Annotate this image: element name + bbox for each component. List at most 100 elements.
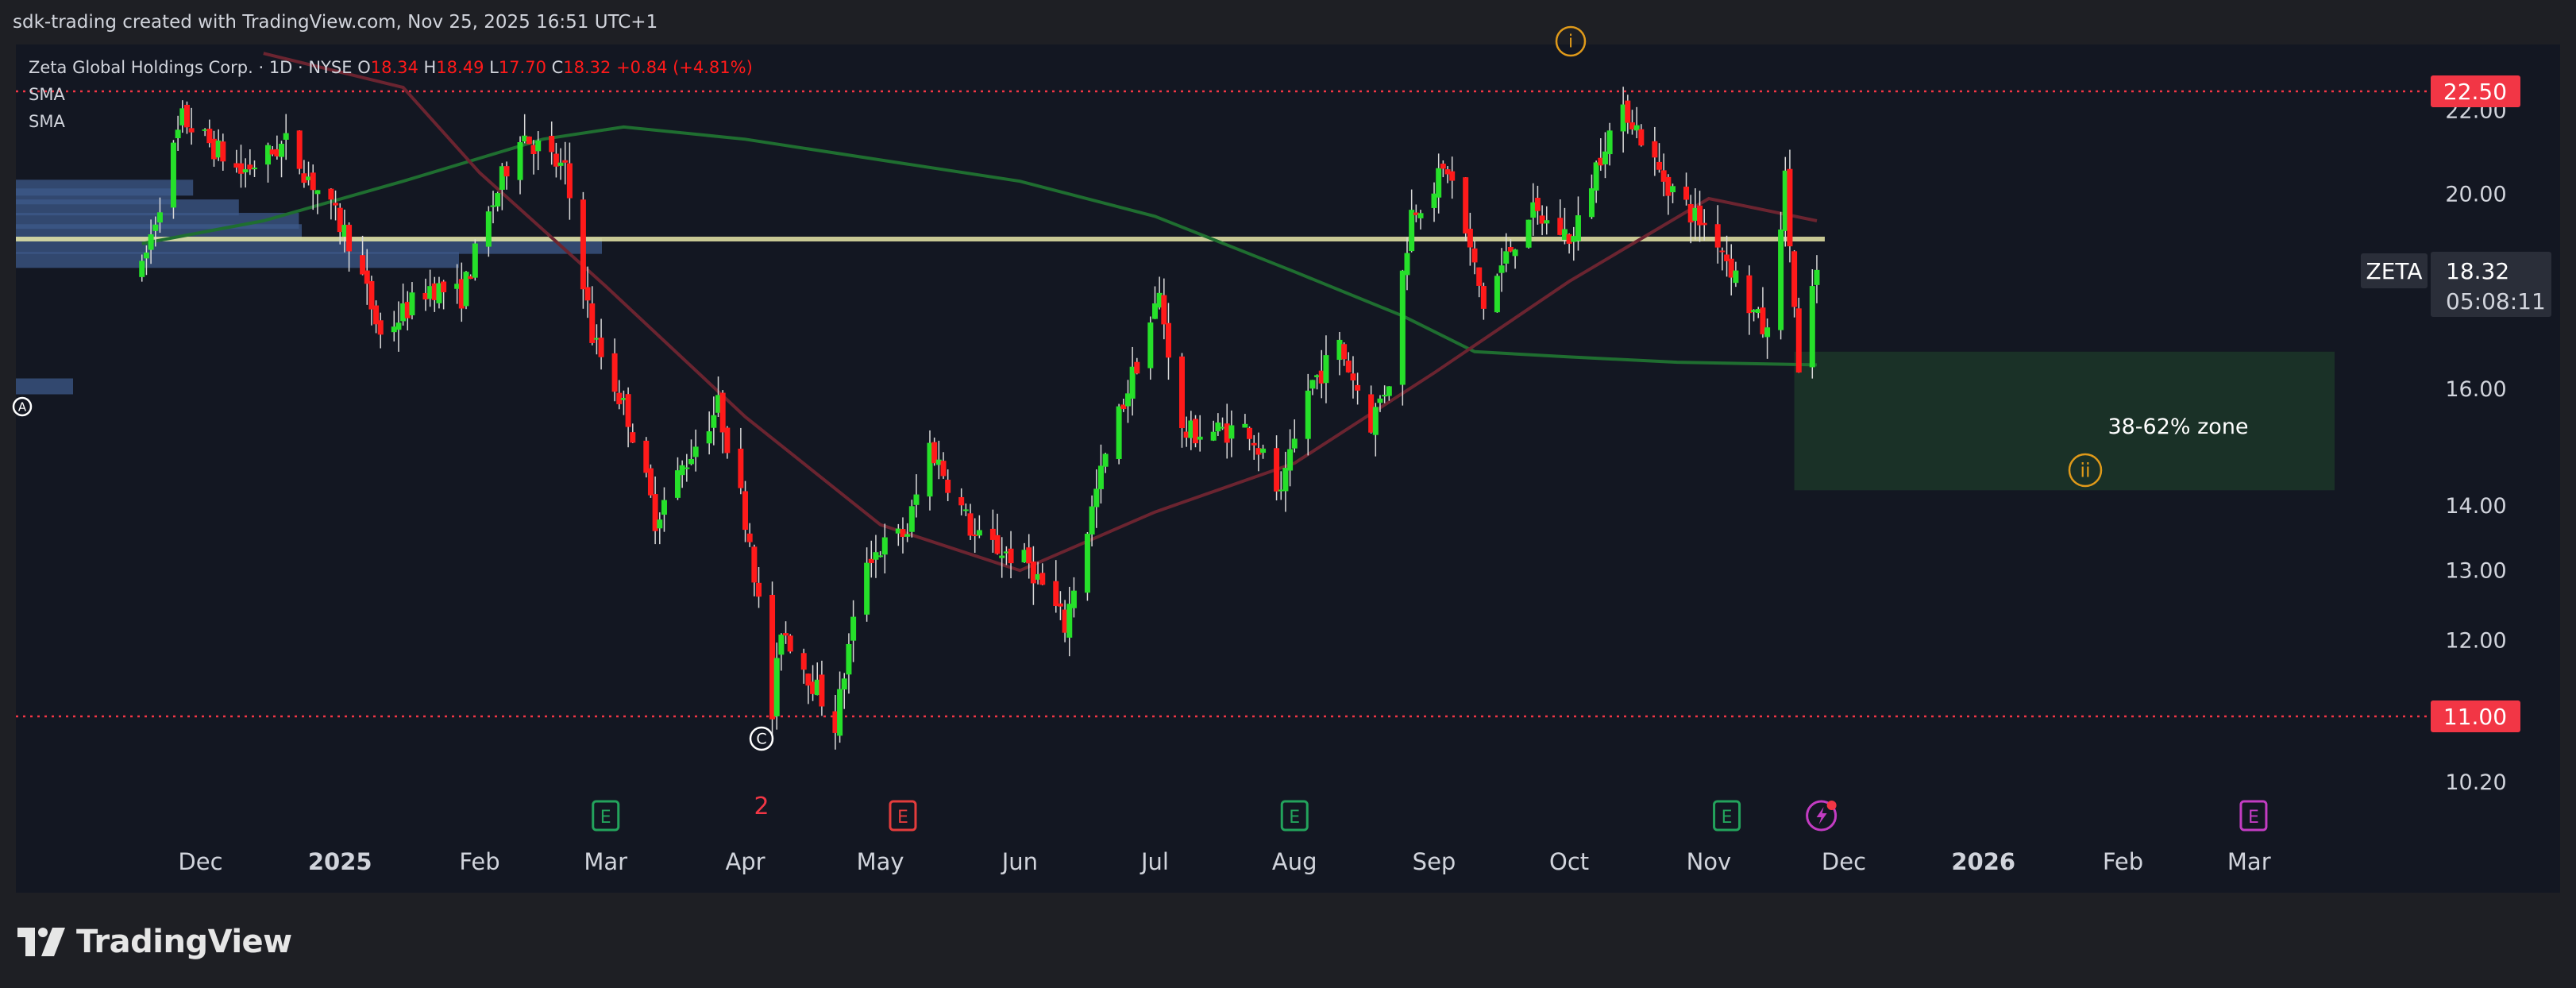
candle-body (441, 281, 447, 292)
candle-body (1652, 141, 1658, 158)
candle-body (864, 562, 870, 615)
candle-body (1503, 251, 1510, 264)
candle-body (738, 448, 744, 488)
candle-body (1291, 438, 1298, 449)
candle-body (1084, 534, 1090, 593)
candle-body (495, 193, 501, 206)
candle-body (1116, 406, 1122, 459)
candle-body (485, 211, 492, 247)
candle-body (1309, 380, 1316, 389)
event-letter: E (1289, 808, 1300, 828)
candle-body (913, 494, 920, 505)
candle-body (1498, 265, 1505, 273)
candle-body (783, 633, 789, 636)
candle-body (1026, 547, 1032, 564)
candle-body (152, 224, 159, 231)
price-axis-label: 13.00 (2445, 558, 2506, 583)
candle-body (580, 199, 586, 290)
candle-body (1305, 390, 1311, 439)
candle-body (1746, 275, 1753, 314)
legend-part: 18.49 (436, 58, 489, 77)
price-chart[interactable]: 22.0020.0016.0014.0013.0012.0010.2022.50… (0, 0, 2576, 921)
candle-body (1008, 548, 1014, 564)
candle-body (1210, 431, 1217, 441)
time-axis-label: Dec (178, 848, 222, 875)
candle-body (183, 105, 190, 128)
legend-part: O (357, 58, 371, 77)
time-axis-label: Apr (725, 848, 765, 875)
candle-body (908, 506, 915, 532)
candle-body (688, 458, 694, 465)
candle-body (1399, 270, 1406, 385)
candle-body (773, 658, 780, 716)
time-axis-label: May (857, 848, 904, 875)
candle-body (1161, 295, 1167, 325)
candle-body (1386, 386, 1392, 396)
candle-body (881, 537, 888, 555)
bar-countdown-text: 05:08:11 (2446, 288, 2546, 315)
candle-body (706, 431, 712, 444)
candle-body (787, 635, 793, 652)
price-axis-label: 10.20 (2445, 770, 2506, 795)
candle-body (220, 141, 226, 162)
tradingview-brand[interactable]: TradingView (17, 920, 292, 964)
candle-body (1102, 453, 1109, 467)
zone-label: 38-62% zone (2107, 415, 2248, 439)
candle-body (1179, 356, 1186, 429)
candle-body (1089, 506, 1095, 535)
candle-body (566, 163, 573, 199)
volume-profile-bar (16, 378, 73, 395)
time-axis-label: Mar (2227, 848, 2271, 875)
candle-body (1242, 423, 1248, 428)
candle-body (1355, 384, 1361, 391)
candle-body (1197, 436, 1203, 440)
last-price-text: 18.32 (2446, 258, 2509, 284)
candle-body (1480, 286, 1487, 309)
candle-body (517, 142, 523, 180)
candle-body (1345, 361, 1352, 372)
candle-body (310, 172, 316, 191)
wave-text: i (1568, 33, 1573, 52)
candle-body (679, 465, 685, 476)
candle-body (999, 555, 1005, 558)
candle-body (1544, 220, 1550, 224)
candle-body (1714, 224, 1721, 248)
candle-body (535, 140, 542, 152)
wave-text: C (756, 731, 766, 748)
candle-body (1467, 228, 1473, 248)
candle-body (1134, 361, 1140, 374)
candle-body (1057, 603, 1063, 607)
event-letter: E (600, 808, 611, 828)
candle-body (314, 190, 321, 195)
price-axis-label: 16.00 (2445, 377, 2506, 402)
time-axis-label: Feb (2103, 848, 2143, 875)
candle-body (377, 320, 384, 335)
candle-body (1404, 253, 1410, 276)
price-axis-label: 12.00 (2445, 628, 2506, 653)
candle-body (589, 303, 596, 343)
candle-body (1471, 248, 1478, 263)
candle-body (472, 243, 478, 278)
candle-body (143, 253, 149, 259)
candle-body (1683, 187, 1690, 200)
candle-body (1093, 488, 1100, 508)
candle-body (265, 145, 272, 165)
event-letter: E (897, 808, 908, 828)
symbol-legend: Zeta Global Holdings Corp. · 1D · NYSE O… (29, 58, 753, 77)
candle-body (584, 287, 591, 301)
candle-body (557, 162, 564, 166)
time-axis-label: Mar (584, 848, 627, 875)
candle-body (684, 467, 690, 469)
candle-body (976, 530, 982, 536)
candle-body (1377, 398, 1383, 403)
candle-body (711, 415, 717, 428)
candle-body (1440, 164, 1446, 169)
event-letter: E (1722, 808, 1733, 828)
candle-body (1764, 327, 1771, 338)
time-axis-label: Feb (459, 848, 499, 875)
candle-body (1287, 449, 1294, 471)
legend-part: +0.84 (+4.81%) (616, 58, 753, 77)
candle-body (139, 261, 145, 277)
candle-body (346, 225, 353, 252)
candle-body (1409, 210, 1415, 252)
